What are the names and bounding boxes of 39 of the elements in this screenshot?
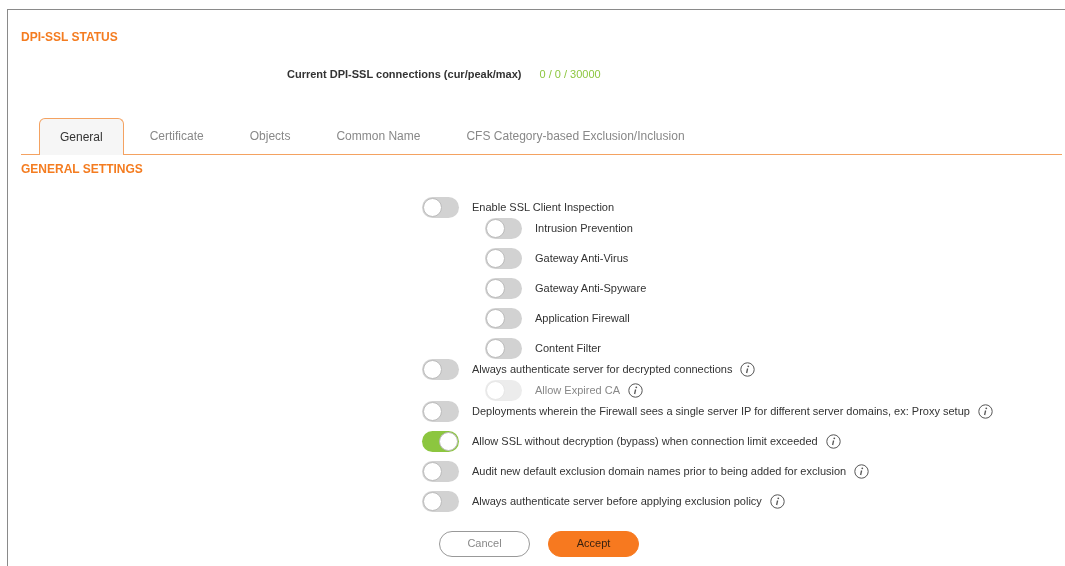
setting-label: Content Filter bbox=[535, 340, 602, 356]
toggle-switch[interactable] bbox=[422, 460, 459, 482]
tab[interactable]: Common Name bbox=[316, 117, 441, 154]
toggle-switch[interactable] bbox=[422, 430, 459, 452]
info-icon[interactable] bbox=[740, 361, 756, 377]
setting-label: Allow Expired CA bbox=[535, 382, 620, 398]
toggle-switch[interactable] bbox=[422, 400, 459, 422]
toggle-switch[interactable] bbox=[422, 196, 459, 218]
tab[interactable]: Certificate bbox=[129, 117, 224, 154]
info-icon[interactable] bbox=[769, 493, 785, 509]
tab[interactable]: General bbox=[39, 117, 124, 155]
status-title: DPI-SSL STATUS bbox=[21, 29, 119, 46]
tab[interactable]: Objects bbox=[229, 117, 311, 154]
setting-label: Audit new default exclusion domain names prior to being added for exclusion bbox=[472, 463, 847, 479]
connections-value: 0 / 0 / 30000 bbox=[539, 67, 601, 82]
toggle-switch[interactable] bbox=[485, 337, 522, 359]
accept-button[interactable]: Accept bbox=[548, 530, 639, 557]
setting-label: Gateway Anti-Virus bbox=[535, 250, 629, 266]
info-icon[interactable] bbox=[854, 463, 870, 479]
toggle-switch[interactable] bbox=[485, 277, 522, 299]
connections-label: Current DPI-SSL connections (cur/peak/max) bbox=[287, 67, 522, 82]
info-icon[interactable] bbox=[977, 403, 993, 419]
toggle-switch[interactable] bbox=[485, 217, 522, 239]
setting-label: Gateway Anti-Spyware bbox=[535, 280, 647, 296]
setting-label: Allow SSL without decryption (bypass) when connection limit exceeded bbox=[472, 433, 818, 449]
toggle-switch[interactable] bbox=[485, 247, 522, 269]
section-title: GENERAL SETTINGS bbox=[21, 160, 144, 178]
setting-label: Intrusion Prevention bbox=[535, 220, 633, 236]
setting-label: Always authenticate server before applying exclusion policy bbox=[472, 493, 762, 509]
setting-label: Deployments wherein the Firewall sees a single server IP for different server domains, ex: Proxy setup bbox=[472, 403, 970, 419]
toggle-switch[interactable] bbox=[422, 358, 459, 380]
toggle-switch[interactable] bbox=[485, 307, 522, 329]
toggle-switch[interactable] bbox=[422, 490, 459, 512]
cancel-button[interactable]: Cancel bbox=[439, 530, 530, 557]
setting-label: Enable SSL Client Inspection bbox=[472, 199, 615, 215]
setting-label: Application Firewall bbox=[535, 310, 630, 326]
setting-label: Always authenticate server for decrypted connections bbox=[472, 361, 733, 377]
info-icon[interactable] bbox=[825, 433, 841, 449]
tab[interactable]: CFS Category-based Exclusion/Inclusion bbox=[446, 117, 705, 154]
